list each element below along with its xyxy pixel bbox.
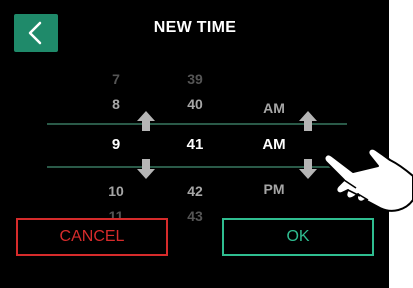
arrow-down-icon <box>299 159 317 179</box>
minute-option[interactable]: 39 <box>165 71 225 87</box>
back-button[interactable] <box>14 14 58 52</box>
cancel-button[interactable]: CANCEL <box>16 218 168 256</box>
period-option[interactable]: PM <box>244 181 304 197</box>
hour-option[interactable]: 7 <box>86 71 146 87</box>
period-option[interactable]: AM <box>244 100 304 116</box>
arrow-up-icon <box>137 111 155 131</box>
period-down-button[interactable] <box>298 158 318 180</box>
arrow-down-icon <box>137 159 155 179</box>
minute-selected[interactable]: 41 <box>165 137 225 153</box>
hour-down-button[interactable] <box>136 158 156 180</box>
minute-picker[interactable]: 39 40 41 42 43 <box>165 0 225 288</box>
arrow-up-icon <box>299 111 317 131</box>
period-up-button[interactable] <box>298 110 318 132</box>
hour-option[interactable]: 10 <box>86 183 146 199</box>
chevron-left-icon <box>28 21 42 45</box>
hour-selected[interactable]: 9 <box>86 137 146 153</box>
period-selected[interactable]: AM <box>244 137 304 153</box>
ok-button[interactable]: OK <box>222 218 374 256</box>
minute-option[interactable]: 40 <box>165 96 225 112</box>
minute-option[interactable]: 42 <box>165 183 225 199</box>
pointing-hand-icon <box>323 147 413 212</box>
hour-up-button[interactable] <box>136 110 156 132</box>
minute-option[interactable]: 43 <box>165 208 225 224</box>
